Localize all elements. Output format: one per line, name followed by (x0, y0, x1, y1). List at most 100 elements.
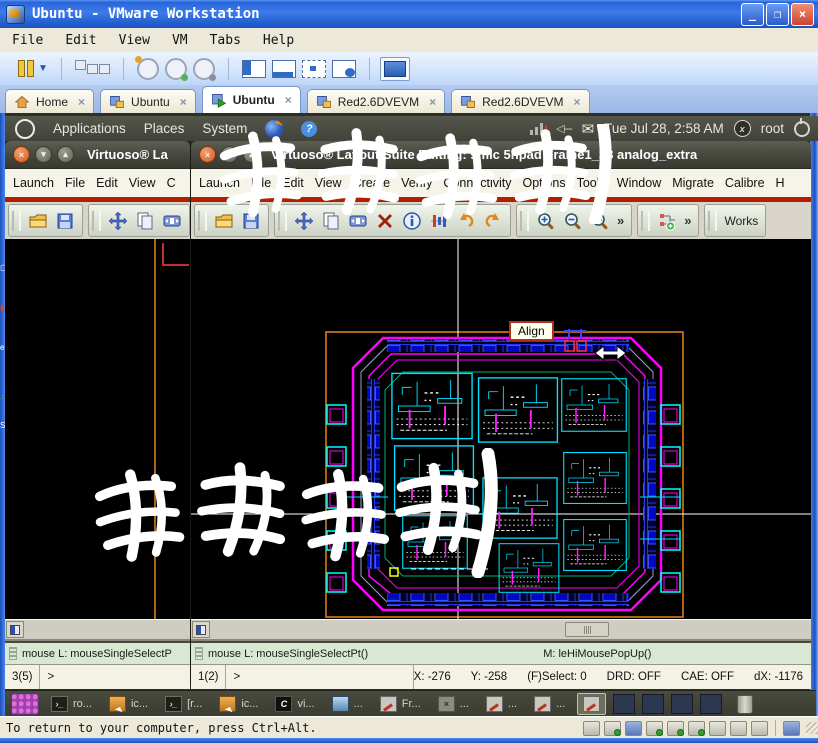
workspace-3[interactable] (671, 694, 693, 714)
taskbar-button-frame[interactable]: Fr... (375, 694, 426, 714)
stretch-button[interactable] (162, 211, 182, 231)
vmenu-edit[interactable]: Edit (282, 176, 304, 190)
pause-dropdown-icon[interactable]: ▼ (38, 63, 48, 74)
left-hscrollbar[interactable] (5, 619, 190, 641)
maximize-icon[interactable]: ▴ (57, 146, 74, 163)
menu-file[interactable]: File (12, 33, 43, 48)
toolbar-grip[interactable] (198, 211, 207, 231)
taskbar-button-frame[interactable]: ... (481, 694, 522, 714)
left-titlebar[interactable]: × ▾ ▴ Virtuoso® La (5, 141, 190, 168)
taskbar-button-frame[interactable]: ... (529, 694, 570, 714)
tab-ubuntu-active[interactable]: Ubuntu× (202, 86, 301, 113)
menu-tabs[interactable]: Tabs (210, 33, 241, 48)
toolbar-overflow-icon[interactable]: » (617, 213, 624, 228)
network-icon[interactable]: ! (530, 122, 546, 135)
delete-button[interactable] (375, 211, 395, 231)
taskbar-button-virtuoso[interactable]: Cvi... (270, 694, 319, 714)
properties-button[interactable] (402, 211, 422, 231)
vmenu-launch[interactable]: Launch (199, 176, 240, 190)
vmenu-file[interactable]: File (251, 176, 271, 190)
help-icon[interactable]: ? (301, 121, 317, 137)
close-button[interactable]: × (791, 3, 814, 26)
toolbar-grip[interactable] (12, 211, 21, 231)
show-statusbar-button[interactable] (272, 57, 296, 81)
tab-close-icon[interactable]: × (285, 93, 292, 107)
cdrom-icon[interactable] (604, 721, 621, 736)
panel-clock[interactable]: Tue Jul 28, 2:58 AM (604, 121, 724, 136)
display-icon[interactable] (783, 721, 800, 736)
workspace-dropdown[interactable]: Works (724, 214, 758, 228)
vmenu-tools[interactable]: Tools (577, 176, 606, 190)
stretch-button[interactable] (348, 211, 368, 231)
minimize-button[interactable]: _ (741, 3, 764, 26)
statusbar-grip[interactable] (195, 647, 203, 660)
vmenu-create-clipped[interactable]: C (167, 176, 176, 190)
taskbar-button-image[interactable]: ... (327, 694, 368, 714)
toolbar-grip[interactable] (278, 211, 287, 231)
vmenu-view[interactable]: View (129, 176, 156, 190)
ubuntu-logo-icon[interactable] (15, 119, 35, 139)
vmenu-help-clipped[interactable]: H (776, 176, 785, 190)
open-button[interactable] (214, 211, 234, 231)
toolbar-overflow-icon[interactable]: » (684, 213, 691, 228)
command-prompt[interactable]: > (40, 665, 61, 689)
taskbar-button-folder[interactable]: ic... (214, 694, 263, 714)
workspace-2[interactable] (642, 694, 664, 714)
tab-close-icon[interactable]: × (180, 95, 187, 109)
tab-home[interactable]: Home× (5, 89, 94, 113)
harddisk-icon[interactable] (583, 721, 600, 736)
maximize-icon[interactable]: ▴ (243, 146, 260, 163)
vmenu-create[interactable]: Create (353, 176, 391, 190)
vmenu-window[interactable]: Window (617, 176, 661, 190)
console-view-button[interactable] (380, 57, 410, 81)
redo-button[interactable] (483, 211, 503, 231)
save-button[interactable] (55, 211, 75, 231)
vmenu-options[interactable]: Options (522, 176, 565, 190)
trash-icon[interactable] (737, 695, 753, 714)
taskbar-button-terminal[interactable]: ›_[r... (160, 694, 207, 714)
move-button[interactable] (108, 211, 128, 231)
vmenu-calibre[interactable]: Calibre (725, 176, 765, 190)
workspace-4[interactable] (700, 694, 722, 714)
panel-username[interactable]: root (761, 121, 784, 136)
create-via-button[interactable] (657, 211, 677, 231)
panel-menu-system[interactable]: System (202, 121, 247, 136)
open-button[interactable] (28, 211, 48, 231)
statusbar-grip[interactable] (9, 647, 17, 660)
scroll-left-button[interactable] (192, 621, 210, 638)
camera-icon[interactable] (709, 721, 726, 736)
toolbar-grip[interactable] (708, 211, 717, 231)
taskbar-button-folder[interactable]: ic... (104, 694, 153, 714)
serial-icon[interactable] (751, 721, 768, 736)
vmenu-view[interactable]: View (315, 176, 342, 190)
copy-button[interactable] (321, 211, 341, 231)
vmenu-edit[interactable]: Edit (96, 176, 118, 190)
toolbar-grip[interactable] (92, 211, 101, 231)
copy-button[interactable] (135, 211, 155, 231)
tab-close-icon[interactable]: × (429, 95, 436, 109)
ruler-button[interactable] (429, 211, 449, 231)
toolbar-grip[interactable] (520, 211, 529, 231)
taskbar-button-tools[interactable]: ×... (433, 694, 474, 714)
vmenu-migrate[interactable]: Migrate (672, 176, 714, 190)
toolbar-grip[interactable] (641, 211, 650, 231)
zoom-in-button[interactable] (536, 211, 556, 231)
left-layout-canvas[interactable] (5, 239, 190, 619)
tab-red26dvevm-2[interactable]: Red2.6DVEVM× (451, 89, 589, 113)
layout-canvas[interactable]: Align (191, 239, 811, 619)
minimize-icon[interactable]: ▾ (35, 146, 52, 163)
maximize-button[interactable]: ❐ (766, 3, 789, 26)
vmenu-launch[interactable]: Launch (13, 176, 54, 190)
sound-icon[interactable] (688, 721, 705, 736)
power-icon[interactable] (794, 121, 810, 137)
network-adapter-icon[interactable] (646, 721, 663, 736)
floppy-icon[interactable] (625, 721, 642, 736)
panel-applet-icon[interactable] (11, 693, 39, 715)
printer-icon[interactable] (667, 721, 684, 736)
vmenu-connectivity[interactable]: Connectivity (443, 176, 511, 190)
menu-help[interactable]: Help (263, 33, 294, 48)
vm-settings-button[interactable] (75, 57, 110, 81)
zoom-fit-button[interactable] (590, 211, 610, 231)
command-prompt[interactable]: > (226, 665, 390, 689)
workspace-1[interactable] (613, 694, 635, 714)
